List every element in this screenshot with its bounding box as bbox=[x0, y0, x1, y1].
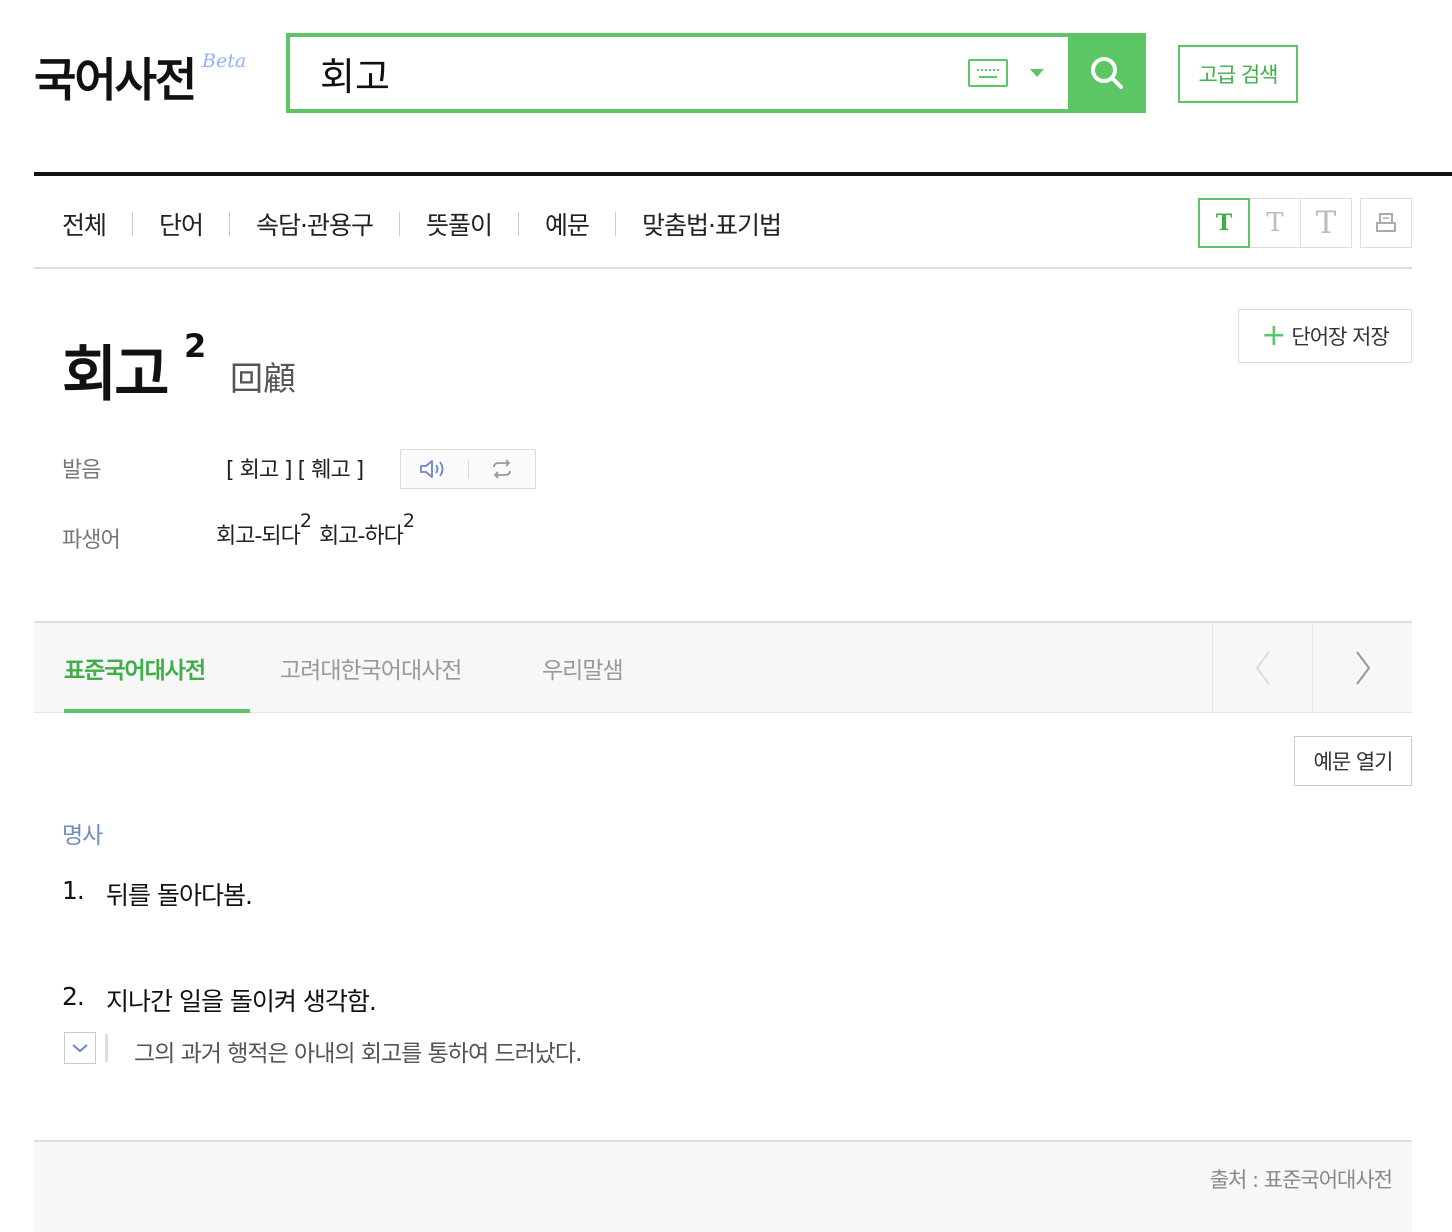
search-box bbox=[286, 33, 1146, 113]
example-sentence: 그의 과거 행적은 아내의 회고를 통하여 드러났다. bbox=[134, 1041, 582, 1067]
category-word[interactable]: 단어 bbox=[159, 206, 204, 242]
dictionary-tabs: 표준국어대사전 고려대한국어대사전 우리말샘 bbox=[34, 621, 1412, 713]
prev-tab-button[interactable] bbox=[1212, 623, 1312, 713]
repeat-audio-button[interactable] bbox=[469, 450, 536, 488]
homograph-number: 2 bbox=[184, 327, 207, 365]
separator bbox=[398, 212, 400, 236]
derivative-sup: 2 bbox=[402, 510, 415, 532]
category-nav: 전체 단어 속담·관용구 뜻풀이 예문 맞춤법·표기법 T T T bbox=[34, 176, 1412, 269]
sense-item: 1. 뒤를 돌아다봄. bbox=[62, 876, 253, 912]
open-examples-button[interactable]: 예문 열기 bbox=[1294, 736, 1412, 786]
tab-korea-univ-dictionary[interactable]: 고려대한국어대사전 bbox=[280, 651, 462, 685]
sense-number: 1. bbox=[62, 876, 85, 905]
sense-item: 2. 지나간 일을 돌이켜 생각함. bbox=[62, 982, 377, 1018]
pronunciation-text: [ 회고 ] [ 훼고 ] bbox=[226, 458, 364, 483]
source-footer: 출처 : 표준국어대사전 bbox=[34, 1140, 1412, 1232]
sense-text: 뒤를 돌아다봄. bbox=[106, 881, 253, 910]
active-tab-indicator bbox=[64, 709, 250, 713]
derivative-sup: 2 bbox=[299, 510, 312, 532]
category-proverb[interactable]: 속담·관용구 bbox=[256, 206, 374, 242]
search-input[interactable] bbox=[290, 37, 968, 109]
next-tab-button[interactable] bbox=[1312, 623, 1412, 713]
repeat-icon bbox=[492, 459, 511, 479]
example-expand-button[interactable] bbox=[64, 1032, 96, 1064]
audio-controls bbox=[400, 449, 536, 489]
save-to-wordbook-button[interactable]: + 단어장 저장 bbox=[1238, 309, 1412, 363]
logo[interactable]: 국어사전 Beta bbox=[34, 44, 246, 107]
source-text: 출처 : 표준국어대사전 bbox=[1209, 1168, 1393, 1192]
derivatives-list: 회고-되다 2 회고-하다 2 bbox=[216, 510, 422, 550]
advanced-search-button[interactable]: 고급 검색 bbox=[1178, 45, 1298, 103]
speaker-icon bbox=[420, 460, 444, 478]
sense-text: 지나간 일을 돌이켜 생각함. bbox=[106, 987, 377, 1016]
keyboard-icon[interactable] bbox=[968, 59, 1008, 87]
sense-number: 2. bbox=[62, 982, 85, 1011]
separator bbox=[615, 212, 617, 236]
font-size-small-button[interactable]: T bbox=[1198, 198, 1250, 248]
caret-down-icon[interactable] bbox=[1030, 69, 1044, 77]
separator bbox=[229, 212, 231, 236]
beta-badge: Beta bbox=[202, 50, 247, 72]
category-meaning[interactable]: 뜻풀이 bbox=[426, 206, 493, 242]
example-bar bbox=[105, 1034, 108, 1062]
print-button[interactable] bbox=[1360, 198, 1412, 248]
entry-headword: 회고 bbox=[62, 340, 169, 410]
derivative-link[interactable]: 회고-하다 bbox=[319, 518, 404, 550]
play-audio-button[interactable] bbox=[401, 450, 468, 488]
search-button[interactable] bbox=[1068, 33, 1146, 113]
logo-text: 국어사전 bbox=[34, 53, 197, 107]
font-size-large-button[interactable]: T bbox=[1300, 198, 1352, 248]
search-icon bbox=[1091, 57, 1123, 89]
category-spelling[interactable]: 맞춤법·표기법 bbox=[642, 206, 782, 242]
plus-icon: + bbox=[1261, 318, 1286, 353]
separator bbox=[518, 212, 519, 236]
chevron-right-icon bbox=[1355, 651, 1370, 685]
entry-hanja: 回顧 bbox=[230, 359, 296, 398]
derivatives-label: 파생어 bbox=[62, 528, 121, 553]
tab-standard-dictionary[interactable]: 표준국어대사전 bbox=[64, 651, 206, 685]
separator bbox=[132, 212, 134, 236]
chevron-left-icon bbox=[1255, 651, 1270, 685]
category-example[interactable]: 예문 bbox=[545, 206, 590, 242]
print-icon bbox=[1376, 213, 1396, 232]
tab-urimalsaem[interactable]: 우리말샘 bbox=[542, 651, 624, 685]
chevron-down-icon bbox=[72, 1044, 88, 1053]
category-all[interactable]: 전체 bbox=[62, 206, 107, 242]
font-size-tools: T T T bbox=[1198, 198, 1412, 248]
part-of-speech: 명사 bbox=[62, 823, 103, 849]
font-size-medium-button[interactable]: T bbox=[1249, 198, 1301, 248]
save-label: 단어장 저장 bbox=[1291, 325, 1389, 349]
pronunciation-label: 발음 bbox=[62, 458, 101, 483]
derivative-link[interactable]: 회고-되다 bbox=[216, 518, 301, 550]
